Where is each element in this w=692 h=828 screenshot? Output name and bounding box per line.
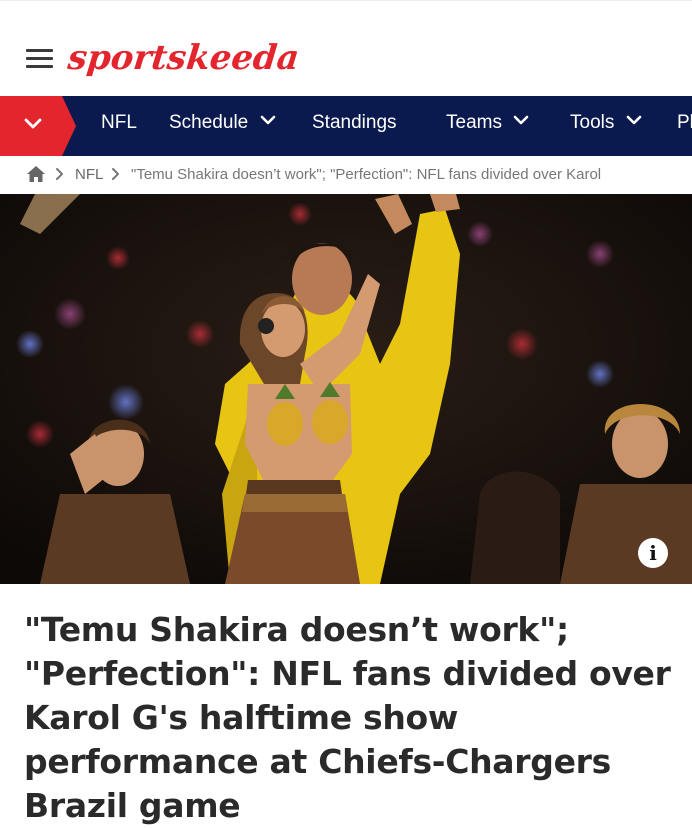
hero-image: [0, 194, 692, 584]
chevron-down-icon: [260, 116, 275, 125]
breadcrumb-link-nfl[interactable]: NFL: [75, 166, 103, 183]
nav-item-label: Schedule: [169, 112, 249, 133]
chevron-down-icon: [24, 118, 42, 129]
breadcrumb-current: "Temu Shakira doesn’t work"; "Perfection…: [131, 166, 602, 183]
main-nav: NFL Schedule Standings Teams Tools Pl: [0, 96, 692, 156]
nav-dropdown-toggle[interactable]: [0, 96, 76, 156]
article-title: "Temu Shakira doesn’t work"; "Perfection…: [24, 610, 671, 825]
home-icon[interactable]: [26, 165, 46, 183]
sportskeeda-logo[interactable]: sportskeeda: [66, 35, 302, 81]
nav-item-label: Teams: [446, 112, 502, 133]
chevron-right-icon: [56, 168, 63, 180]
hamburger-menu-icon[interactable]: [26, 49, 53, 69]
breadcrumb: NFL "Temu Shakira doesn’t work"; "Perfec…: [0, 156, 692, 194]
nav-item-label: Pl: [677, 112, 692, 133]
nav-item-standings[interactable]: Standings: [312, 96, 397, 156]
info-icon: i: [649, 541, 657, 565]
nav-item-label: Standings: [312, 112, 397, 133]
hero-photo: [0, 194, 692, 584]
nav-item-nfl[interactable]: NFL: [101, 96, 137, 156]
nav-item-tools[interactable]: Tools: [570, 96, 642, 156]
nav-item-label: Tools: [570, 112, 615, 133]
chevron-down-icon: [626, 116, 641, 125]
nav-item-overflow[interactable]: Pl: [677, 96, 692, 156]
nav-item-label: NFL: [101, 112, 137, 133]
chevron-down-icon: [513, 116, 529, 125]
site-header: sportskeeda: [0, 0, 692, 96]
image-info-button[interactable]: i: [638, 538, 668, 568]
nav-item-teams[interactable]: Teams: [446, 96, 529, 156]
chevron-right-icon: [112, 168, 119, 180]
nav-item-schedule[interactable]: Schedule: [169, 96, 276, 156]
